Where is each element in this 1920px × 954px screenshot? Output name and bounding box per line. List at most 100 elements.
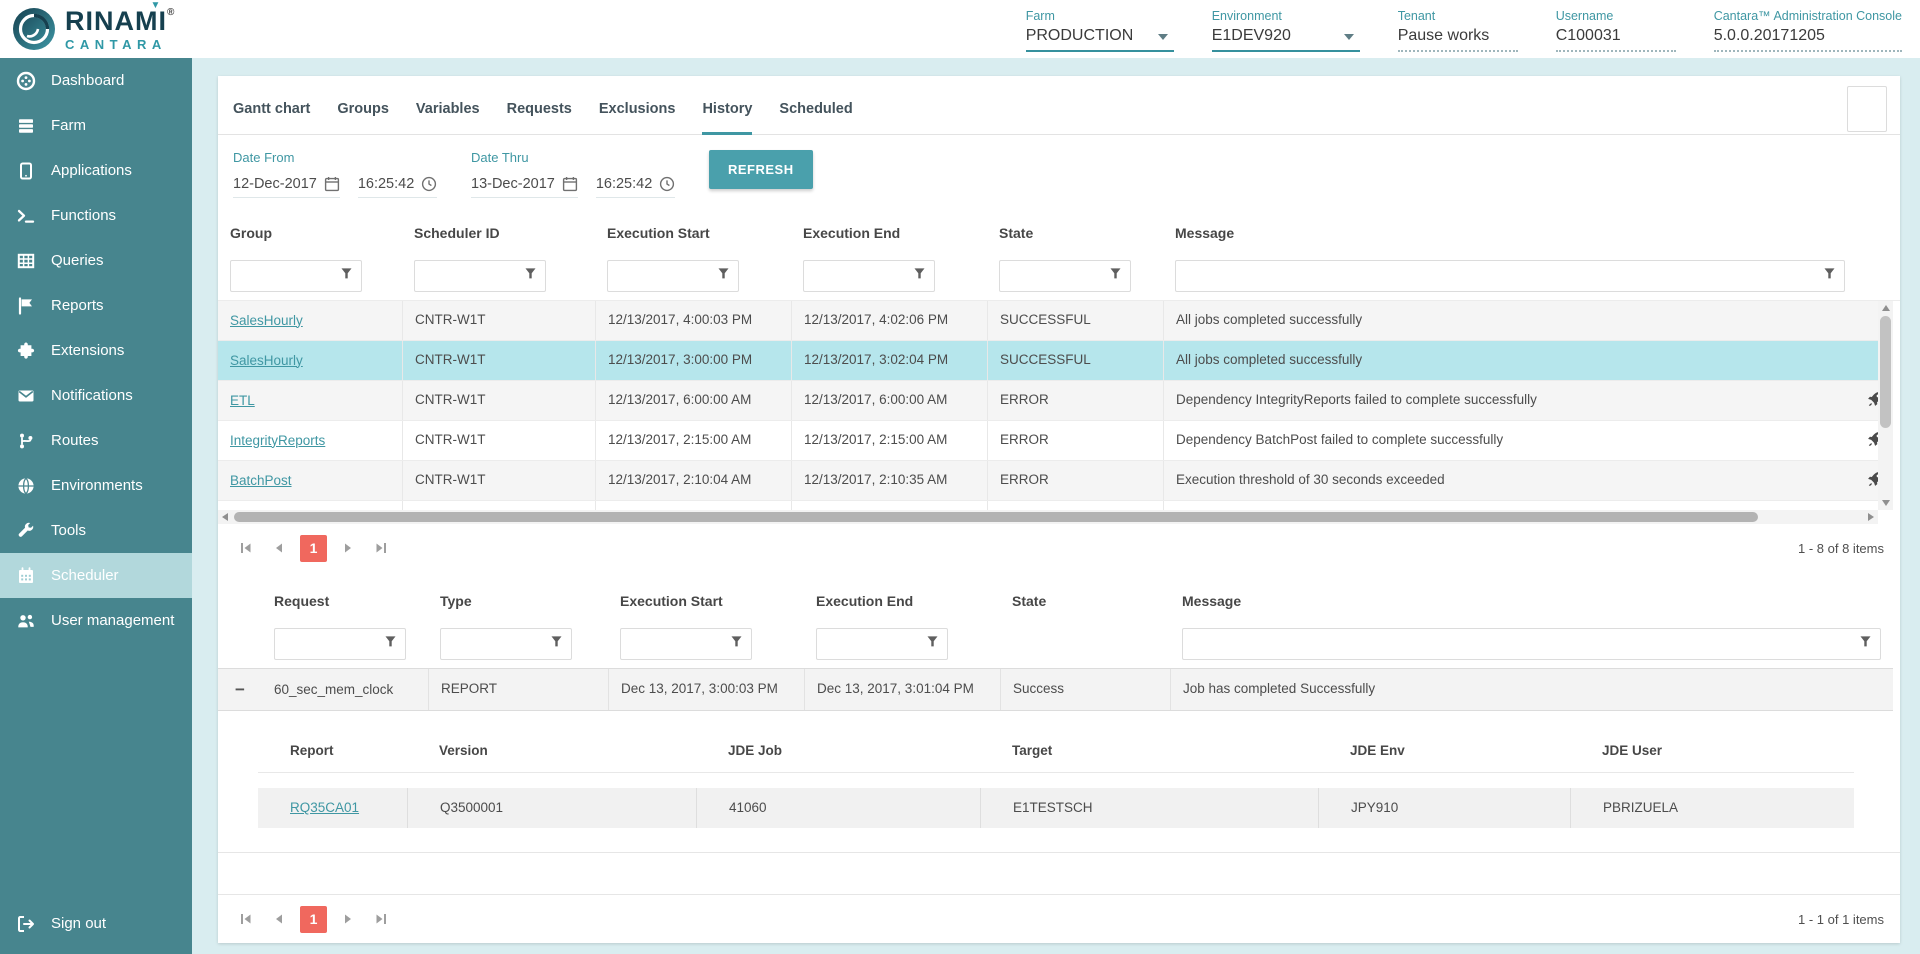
filter-icon[interactable] — [730, 635, 743, 653]
pager-current-page[interactable]: 1 — [300, 906, 327, 933]
pager-next-button[interactable] — [336, 536, 360, 560]
sidebar-item-reports[interactable]: Reports — [0, 283, 192, 328]
tab-groups[interactable]: Groups — [337, 101, 389, 134]
scroll-right-icon[interactable] — [1868, 513, 1874, 521]
refresh-button[interactable]: REFRESH — [709, 150, 813, 189]
clock-icon[interactable] — [659, 176, 675, 192]
requests-table: RequestTypeExecution StartExecution EndS… — [218, 580, 1900, 853]
filter-input-scheduler-id[interactable] — [414, 260, 546, 292]
sidebar-item-routes[interactable]: Routes — [0, 418, 192, 463]
filter-icon[interactable] — [1823, 267, 1836, 285]
sidebar-item-functions[interactable]: Functions — [0, 193, 192, 238]
filter-icon[interactable] — [340, 267, 353, 285]
scroll-down-icon[interactable] — [1882, 500, 1890, 506]
group-link[interactable]: IntegrityReports — [230, 433, 325, 448]
collapse-row-button[interactable]: − — [218, 669, 262, 710]
header-field-value[interactable]: PRODUCTION — [1026, 27, 1174, 52]
tab-requests[interactable]: Requests — [507, 101, 572, 134]
date-thru-date-input[interactable]: 13-Dec-2017 — [471, 176, 578, 198]
sidebar-item-extensions[interactable]: Extensions — [0, 328, 192, 373]
group-link[interactable]: BatchPost — [230, 473, 292, 488]
sidebar-item-tools[interactable]: Tools — [0, 508, 192, 553]
calendar-icon[interactable] — [562, 176, 578, 192]
detail-row[interactable]: RQ35CA01Q350000141060E1TESTSCHJPY910PBRI… — [258, 788, 1854, 828]
tab-history[interactable]: History — [702, 101, 752, 134]
chevron-down-icon[interactable] — [1344, 34, 1354, 40]
scroll-left-icon[interactable] — [222, 513, 228, 521]
filter-icon[interactable] — [913, 267, 926, 285]
sidebar-item-scheduler[interactable]: Scheduler — [0, 553, 192, 598]
export-excel-button[interactable]: X — [1847, 86, 1887, 132]
tab-gantt-chart[interactable]: Gantt chart — [233, 101, 310, 134]
request-cell-request: 60_sec_mem_clock — [262, 670, 428, 710]
sidebar-item-notifications[interactable]: Notifications — [0, 373, 192, 418]
filter-icon[interactable] — [717, 267, 730, 285]
pager-first-button[interactable] — [234, 536, 258, 560]
tab-scheduled[interactable]: Scheduled — [779, 101, 852, 134]
pager-first-button[interactable] — [234, 907, 258, 931]
date-filter-section: Date From 12-Dec-2017 16:25:42 Date Thru — [218, 135, 1900, 212]
header-field-cantara-administration-console: Cantara™ Administration Console5.0.0.201… — [1714, 9, 1902, 52]
history-row[interactable]: SalesHourlyCNTR-W1T12/13/2017, 4:00:03 P… — [218, 301, 1893, 341]
tab-exclusions[interactable]: Exclusions — [599, 101, 676, 134]
history-row[interactable]: IntegrityReportsCNTR-W1T12/13/2017, 2:15… — [218, 421, 1893, 461]
history-row[interactable]: ManufacturingAccountingCNTR-W1T12/13/201… — [218, 501, 1893, 510]
pager-prev-button[interactable] — [267, 907, 291, 931]
filter-input-request[interactable] — [274, 628, 406, 660]
detail-column-header-jde-job: JDE Job — [696, 731, 980, 772]
column-header-request: Request — [262, 580, 428, 620]
filter-input-group[interactable] — [230, 260, 362, 292]
history-cell-start: 12/13/2017, 2:15:00 AM — [595, 421, 791, 460]
header-field-value[interactable]: E1DEV920 — [1212, 27, 1360, 52]
group-link[interactable]: SalesHourly — [230, 313, 303, 328]
sidebar-item-dashboard[interactable]: Dashboard — [0, 58, 192, 103]
date-thru-time-input[interactable]: 16:25:42 — [596, 176, 675, 198]
filter-icon[interactable] — [1109, 267, 1122, 285]
pager-last-button[interactable] — [369, 536, 393, 560]
request-row[interactable]: −60_sec_mem_clockREPORTDec 13, 2017, 3:0… — [218, 668, 1893, 711]
scroll-up-icon[interactable] — [1882, 305, 1890, 311]
pager-prev-button[interactable] — [267, 536, 291, 560]
sidebar-item-user-management[interactable]: User management — [0, 598, 192, 643]
filter-input-execution-start[interactable] — [607, 260, 739, 292]
filter-input-message[interactable] — [1182, 628, 1881, 660]
filter-input-execution-end[interactable] — [803, 260, 935, 292]
vertical-scrollbar[interactable] — [1878, 301, 1893, 510]
clock-icon[interactable] — [421, 176, 437, 192]
header-field-label: Environment — [1212, 9, 1360, 23]
horizontal-scrollbar[interactable] — [218, 510, 1878, 524]
pager-next-button[interactable] — [336, 907, 360, 931]
chevron-down-icon[interactable] — [1158, 34, 1168, 40]
calendar-icon[interactable] — [324, 176, 340, 192]
tab-variables[interactable]: Variables — [416, 101, 480, 134]
sidebar-item-applications[interactable]: Applications — [0, 148, 192, 193]
sidebar-item-environments[interactable]: Environments — [0, 463, 192, 508]
pager-current-page[interactable]: 1 — [300, 535, 327, 562]
report-link[interactable]: RQ35CA01 — [290, 800, 359, 815]
sidebar-item-farm[interactable]: Farm — [0, 103, 192, 148]
group-link[interactable]: SalesHourly — [230, 353, 303, 368]
filter-icon[interactable] — [384, 635, 397, 653]
filter-icon[interactable] — [524, 267, 537, 285]
filter-input-type[interactable] — [440, 628, 572, 660]
sidebar-item-queries[interactable]: Queries — [0, 238, 192, 283]
filter-icon[interactable] — [1859, 635, 1872, 653]
filter-input-execution-end[interactable] — [816, 628, 948, 660]
horizontal-scroll-thumb[interactable] — [234, 512, 1758, 522]
date-from-date-input[interactable]: 12-Dec-2017 — [233, 176, 340, 198]
filter-icon[interactable] — [926, 635, 939, 653]
history-row[interactable]: BatchPostCNTR-W1T12/13/2017, 2:10:04 AM1… — [218, 461, 1893, 501]
detail-column-header-jde-env: JDE Env — [1318, 731, 1570, 772]
filter-input-message[interactable] — [1175, 260, 1845, 292]
pager-last-button[interactable] — [369, 907, 393, 931]
group-link[interactable]: ETL — [230, 393, 255, 408]
filter-input-state[interactable] — [999, 260, 1131, 292]
history-row[interactable]: ETLCNTR-W1T12/13/2017, 6:00:00 AM12/13/2… — [218, 381, 1893, 421]
filter-input-execution-start[interactable] — [620, 628, 752, 660]
filter-icon[interactable] — [550, 635, 563, 653]
sidebar-item-sign-out[interactable]: Sign out — [0, 901, 192, 946]
history-row[interactable]: SalesHourlyCNTR-W1T12/13/2017, 3:00:00 P… — [218, 341, 1893, 381]
header-field-label: Username — [1556, 9, 1676, 23]
date-from-time-input[interactable]: 16:25:42 — [358, 176, 437, 198]
vertical-scroll-thumb[interactable] — [1880, 316, 1891, 428]
